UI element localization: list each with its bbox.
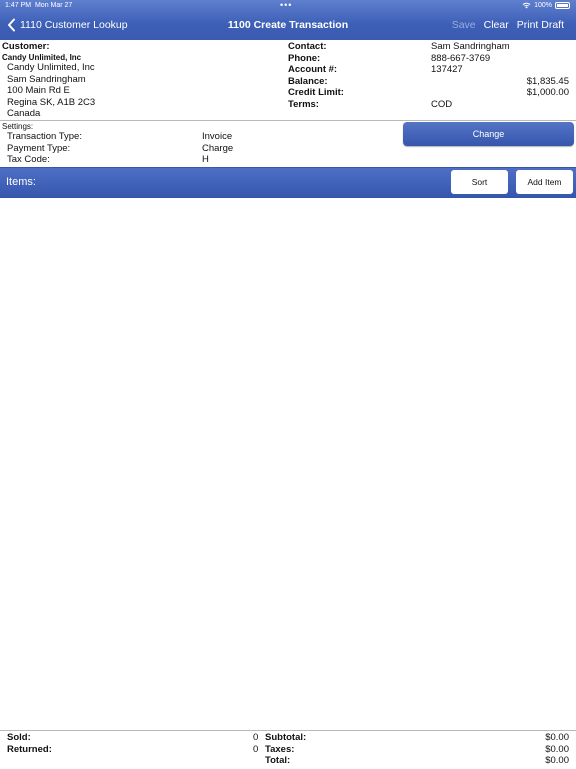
returned-value: 0 xyxy=(253,743,259,755)
back-button-label: 1110 Customer Lookup xyxy=(20,19,128,31)
account-label: Account #: xyxy=(288,64,338,75)
account-value: 137427 xyxy=(431,64,463,75)
status-indicators: 100% xyxy=(522,2,570,9)
status-time: 1:47 PM Mon Mar 27 xyxy=(5,2,72,9)
battery-percent: 100% xyxy=(534,2,552,9)
sold-value: 0 xyxy=(253,732,259,743)
sold-label: Sold: xyxy=(7,732,31,743)
taxes-label: Taxes: xyxy=(265,743,295,755)
status-date: Mon Mar 27 xyxy=(34,2,73,9)
add-item-button[interactable]: Add Item xyxy=(516,170,573,194)
save-button[interactable]: Save xyxy=(452,19,476,31)
change-settings-button[interactable]: Change xyxy=(403,122,574,146)
multitasking-dots[interactable]: ••• xyxy=(280,0,292,10)
total-value: $0.00 xyxy=(545,755,569,766)
address-line-1: Candy Unlimited, Inc xyxy=(7,62,95,73)
payment-type-label: Payment Type: xyxy=(7,142,71,154)
wifi-icon xyxy=(522,2,531,9)
battery-icon xyxy=(555,2,570,9)
items-list[interactable] xyxy=(0,198,576,730)
credit-limit-label: Credit Limit: xyxy=(288,87,344,98)
items-header-bar: Items: Sort Add Item xyxy=(0,167,576,198)
balance-label: Balance: xyxy=(288,75,328,87)
back-button[interactable]: 1110 Customer Lookup xyxy=(7,18,128,32)
contact-value: Sam Sandringham xyxy=(431,41,510,52)
nav-actions: Save Clear Print Draft xyxy=(452,19,564,31)
balance-value: $1,835.45 xyxy=(526,75,569,87)
total-label: Total: xyxy=(265,755,291,766)
status-bar: 1:47 PM Mon Mar 27 ••• 100% xyxy=(0,0,576,10)
chevron-left-icon xyxy=(8,18,15,32)
contact-label: Contact: xyxy=(288,41,327,52)
terms-value: COD xyxy=(431,98,453,110)
address-line-2: Sam Sandringham xyxy=(7,73,86,85)
customer-heading: Customer: xyxy=(2,41,50,52)
taxes-value: $0.00 xyxy=(545,743,569,755)
settings-section: Settings: Transaction Type: Invoice Paym… xyxy=(0,121,576,167)
credit-limit-value: $1,000.00 xyxy=(526,87,569,98)
navigation-bar: 1:47 PM Mon Mar 27 ••• 100% 1110 Custome… xyxy=(0,0,576,40)
status-time-text: 1:47 PM xyxy=(5,2,32,9)
phone-label: Phone: xyxy=(288,52,321,64)
tax-code-label: Tax Code: xyxy=(7,154,50,165)
subtotal-value: $0.00 xyxy=(545,732,569,743)
returned-label: Returned: xyxy=(7,743,52,755)
sort-button[interactable]: Sort xyxy=(451,170,508,194)
customer-section: Customer: Candy Unlimited, Inc Candy Unl… xyxy=(0,40,576,120)
print-draft-button[interactable]: Print Draft xyxy=(517,19,564,31)
payment-type-value: Charge xyxy=(202,142,234,154)
phone-value: 888-667-3769 xyxy=(431,52,491,64)
subtotal-label: Subtotal: xyxy=(265,732,307,743)
clear-button[interactable]: Clear xyxy=(484,19,509,31)
items-title: Items: xyxy=(6,176,36,188)
terms-label: Terms: xyxy=(288,98,319,110)
tax-code-value: H xyxy=(202,154,209,165)
address-line-4: Regina SK, A1B 2C3 xyxy=(7,96,96,108)
totals-footer: Sold: 0 Returned: 0 Subtotal: $0.00 Taxe… xyxy=(0,730,576,769)
transaction-type-label: Transaction Type: xyxy=(7,131,82,142)
address-line-5: Canada xyxy=(7,108,41,119)
address-line-3: 100 Main Rd E xyxy=(7,85,70,96)
transaction-type-value: Invoice xyxy=(202,131,233,142)
